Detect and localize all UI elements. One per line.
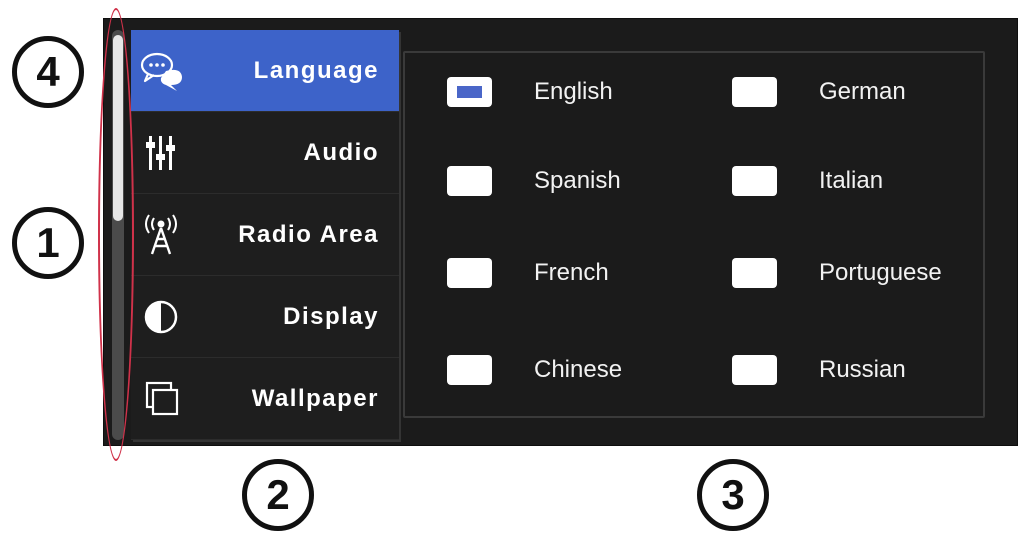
callout-four: 4: [12, 36, 84, 108]
language-label: German: [819, 78, 906, 105]
language-checkbox-portuguese[interactable]: [732, 258, 777, 288]
sidebar-item-label: Language: [253, 57, 379, 84]
sidebar-item-radio-area[interactable]: Radio Area: [131, 194, 399, 276]
audio-sliders-icon: [139, 132, 187, 174]
sidebar-item-label: Display: [283, 303, 379, 330]
wallpaper-layers-icon: [139, 378, 187, 420]
language-label: Italian: [819, 167, 884, 194]
language-label: Chinese: [534, 356, 623, 383]
sidebar-item-wallpaper[interactable]: Wallpaper: [131, 358, 399, 440]
selected-indicator: [457, 86, 482, 98]
language-label: English: [534, 78, 613, 105]
menu-scrollbar-thumb[interactable]: [113, 35, 123, 221]
sidebar-item-display[interactable]: Display: [131, 276, 399, 358]
language-label: Spanish: [534, 167, 621, 194]
language-checkbox-english[interactable]: [447, 77, 492, 107]
callout-one: 1: [12, 207, 84, 279]
language-checkbox-russian[interactable]: [732, 355, 777, 385]
language-label: Russian: [819, 356, 906, 383]
callout-two: 2: [242, 459, 314, 531]
display-contrast-icon: [139, 296, 187, 338]
sidebar-item-audio[interactable]: Audio: [131, 112, 399, 194]
language-checkbox-german[interactable]: [732, 77, 777, 107]
language-checkbox-chinese[interactable]: [447, 355, 492, 385]
language-label: French: [534, 259, 609, 286]
language-chat-icon: [139, 50, 187, 92]
language-checkbox-french[interactable]: [447, 258, 492, 288]
sidebar-item-label: Wallpaper: [251, 385, 379, 412]
radio-tower-icon: [139, 214, 187, 256]
sidebar-item-label: Radio Area: [238, 221, 379, 248]
language-label: Portuguese: [819, 259, 942, 286]
settings-sidebar-menu: Language Audio Radio Area Display Wallpa…: [131, 30, 399, 440]
language-checkbox-italian[interactable]: [732, 166, 777, 196]
sidebar-item-label: Audio: [303, 139, 379, 166]
language-checkbox-spanish[interactable]: [447, 166, 492, 196]
sidebar-item-language[interactable]: Language: [131, 30, 399, 112]
callout-three: 3: [697, 459, 769, 531]
